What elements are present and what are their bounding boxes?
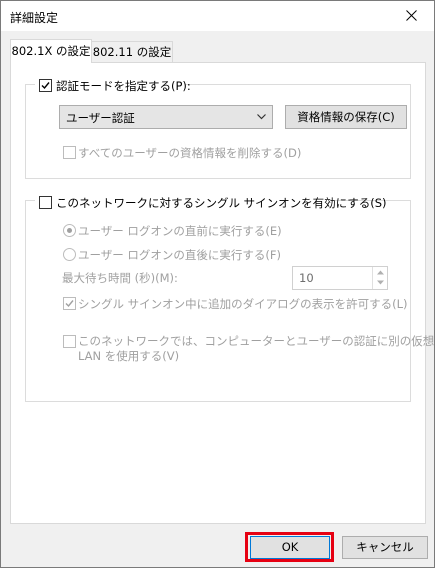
max-wait-spinner[interactable]: 10 [292, 266, 388, 290]
after-logon-label: ユーザー ログオンの直後に実行する(F) [78, 248, 282, 262]
enable-sso-label: このネットワークに対するシングル サインオンを有効にする(S) [56, 196, 387, 210]
radio-selected-dot [67, 228, 72, 233]
close-icon [406, 10, 417, 21]
allow-dialogs-label: シングル サインオン中に追加のダイアログの表示を許可する(L) [78, 297, 408, 311]
separate-vlan-label-line1: このネットワークでは、コンピューターとユーザーの認証に別の仮想 [78, 334, 435, 348]
spinner-arrows[interactable] [372, 267, 387, 289]
window-title: 詳細設定 [10, 11, 59, 25]
tab-80211-settings[interactable]: 802.11 の設定 [91, 41, 173, 62]
checkmark-icon [65, 300, 74, 308]
save-credentials-button[interactable]: 資格情報の保存(C) [285, 105, 407, 129]
title-bar: 詳細設定 [1, 1, 434, 31]
auth-mode-select-value: ユーザー認証 [66, 111, 135, 125]
separate-vlan-label-line2: LAN を使用する(V) [78, 349, 180, 363]
checkmark-icon [41, 82, 50, 90]
max-wait-value: 10 [299, 271, 314, 285]
delete-all-credentials-label: すべてのユーザーの資格情報を削除する(D) [78, 146, 302, 160]
before-logon-label: ユーザー ログオンの直前に実行する(E) [78, 224, 282, 238]
save-credentials-button-label: 資格情報の保存(C) [297, 110, 395, 124]
chevron-up-icon [377, 270, 384, 275]
tab-label: 802.1X の設定 [11, 44, 91, 58]
ok-button-highlight [245, 532, 334, 562]
auth-mode-select[interactable]: ユーザー認証 [59, 105, 273, 129]
tab-8021x-settings[interactable]: 802.1X の設定 [10, 39, 92, 63]
chevron-down-icon [257, 114, 266, 120]
cancel-button[interactable]: キャンセル [342, 536, 428, 559]
specify-auth-mode-checkbox[interactable] [39, 79, 52, 92]
cancel-button-label: キャンセル [356, 540, 414, 554]
delete-all-credentials-checkbox[interactable] [63, 146, 76, 159]
specify-auth-mode-label: 認証モードを指定する(P): [56, 79, 191, 93]
before-logon-radio[interactable] [63, 224, 76, 237]
chevron-down-icon [377, 280, 384, 285]
separate-vlan-checkbox[interactable] [63, 335, 76, 348]
auth-mode-group [25, 84, 411, 179]
max-wait-label: 最大待ち時間 (秒)(M): [62, 271, 178, 285]
tab-label: 802.11 の設定 [92, 45, 172, 59]
enable-sso-checkbox[interactable] [39, 196, 52, 209]
close-button[interactable] [390, 1, 434, 31]
allow-dialogs-checkbox[interactable] [63, 297, 76, 310]
after-logon-radio[interactable] [63, 248, 76, 261]
advanced-settings-dialog: 詳細設定 802.1X の設定 802.11 の設定 認証モードを指定する(P)… [0, 0, 435, 568]
